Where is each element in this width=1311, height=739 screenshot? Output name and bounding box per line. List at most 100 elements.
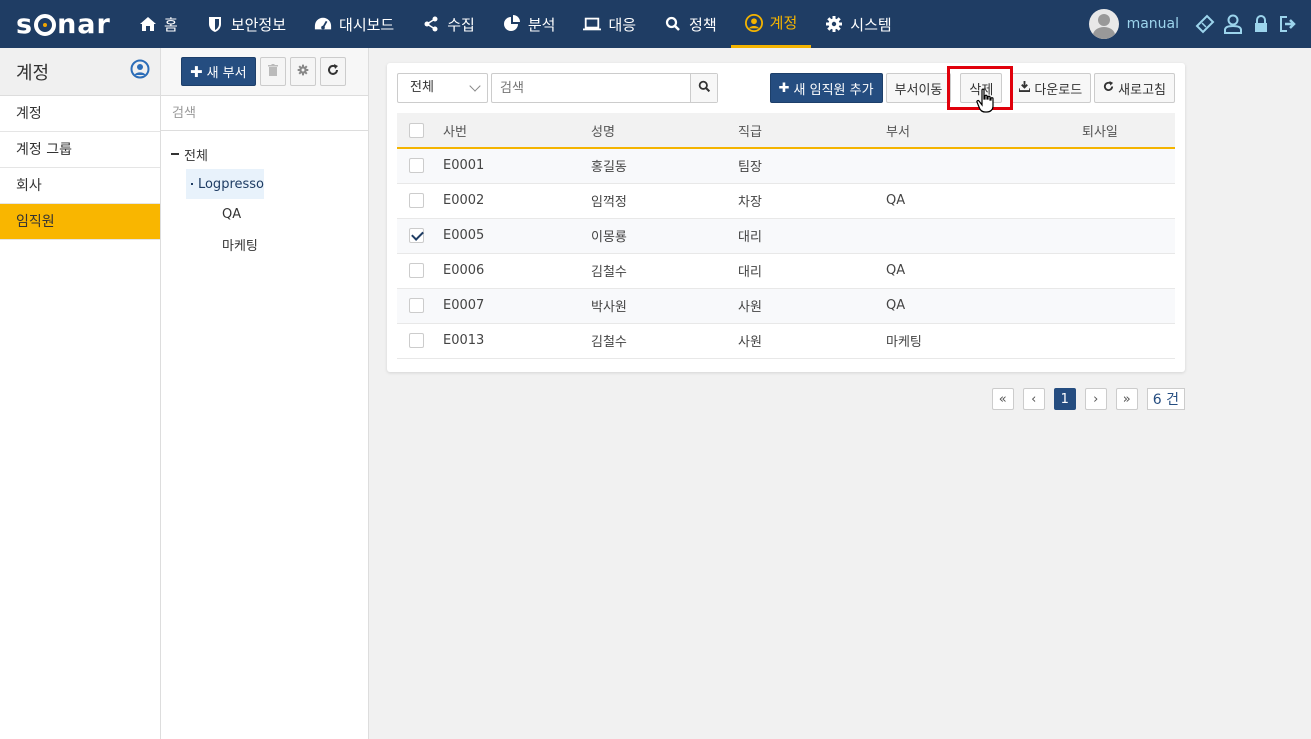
new-department-button[interactable]: ✚ 새 부서 [181,57,256,86]
filter-select[interactable]: 전체 [397,73,488,103]
department-settings-button[interactable] [289,57,316,86]
share-icon [422,15,440,33]
sidebar-title: 계정 [16,62,50,84]
tree-node-qa[interactable]: QA [161,199,368,229]
prev-page-button[interactable]: ‹ [1022,388,1045,410]
sidebar-item-account[interactable]: 계정 [0,96,160,132]
plus-icon: ✚ [190,62,203,81]
cell-department: QA [886,183,1082,219]
cell-employee-id: E0002 [443,183,591,219]
header-rank[interactable]: 직급 [738,113,886,149]
nav-analysis[interactable]: 분석 [489,0,570,48]
cell-retire-date [1082,323,1175,359]
cell-rank: 사원 [738,323,886,359]
cell-employee-id: E0005 [443,218,591,254]
page-1-button[interactable]: 1 [1053,388,1076,410]
nav-system[interactable]: 시스템 [811,0,905,48]
avatar[interactable] [1088,9,1119,39]
table-row[interactable]: E0006 김철수 대리 QA [397,253,1175,289]
tree-node-company[interactable]: Logpresso [186,169,264,199]
refresh-icon [327,63,339,80]
table-row[interactable]: E0007 박사원 사원 QA [397,288,1175,324]
header-employee-id[interactable]: 사번 [443,113,591,149]
cell-employee-id: E0007 [443,288,591,324]
sidebar-item-company[interactable]: 회사 [0,168,160,204]
sidebar-item-account-group[interactable]: 계정 그룹 [0,132,160,168]
cell-rank: 사원 [738,288,886,324]
department-panel: ✚ 새 부서 검색 전체 Logpresso QA 마케팅 [161,48,369,739]
user-outline-icon[interactable] [1223,14,1243,34]
cell-rank: 대리 [738,253,886,289]
select-all-checkbox[interactable] [409,122,424,138]
search-icon [698,80,711,97]
cell-employee-id: E0006 [443,253,591,289]
delete-button[interactable]: 삭제 [960,73,1003,103]
row-checkbox[interactable] [409,193,424,208]
gear-icon [825,15,843,33]
header-name[interactable]: 성명 [591,113,738,149]
user-circle-icon [744,13,763,32]
cell-rank: 팀장 [738,148,886,184]
cell-department: 마케팅 [886,323,1082,359]
download-button[interactable]: 다운로드 [1010,73,1092,103]
table-row[interactable]: E0013 김철수 사원 마케팅 [397,323,1175,359]
row-checkbox[interactable] [409,298,424,313]
delete-department-button[interactable] [259,57,286,86]
download-icon [1018,80,1032,96]
cell-name: 김철수 [591,323,738,359]
shield-icon [206,15,224,33]
cell-employee-id: E0013 [443,323,591,359]
username[interactable]: manual [1127,16,1179,32]
employee-card: 전체 ✚새 임직원 추가 부서이동 삭제 다운로드 새로고침 사번 성명 직급 … [387,63,1185,372]
nav-dashboard[interactable]: 대시보드 [300,0,408,48]
table-row[interactable]: E0005 이몽룡 대리 [397,218,1175,254]
row-checkbox[interactable] [409,158,424,174]
home-icon [139,15,157,33]
sidebar-item-employee[interactable]: 임직원 [0,204,160,240]
nav-policy[interactable]: 정책 [650,0,731,48]
tree-node-marketing[interactable]: 마케팅 [161,229,368,259]
ticket-icon[interactable] [1195,14,1215,34]
refresh-button[interactable]: 새로고침 [1094,73,1175,103]
table-row[interactable]: E0002 임꺽정 차장 QA [397,183,1175,219]
first-page-button[interactable]: « [991,388,1014,410]
search-input[interactable] [492,74,690,102]
table-header-row: 사번 성명 직급 부서 퇴사일 [397,113,1175,149]
header-department[interactable]: 부서 [886,113,1082,149]
tree-node-root[interactable]: 전체 [161,139,368,169]
move-department-button[interactable]: 부서이동 [885,73,952,103]
add-employee-button[interactable]: ✚ 새 임직원 추가 [769,73,883,103]
table-row[interactable]: E0001 홍길동 팀장 [397,148,1175,184]
user-circle-icon [130,59,150,84]
department-search-input[interactable]: 검색 [161,96,368,131]
nav-account[interactable]: 계정 [730,0,812,48]
sidebar-header: 계정 [0,48,160,96]
logo-ring-icon [34,14,57,36]
last-page-button[interactable]: » [1115,388,1138,410]
trash-icon [267,63,278,80]
sonar-logo[interactable]: s nar [0,9,125,40]
total-count: 6 건 [1146,388,1185,410]
cell-employee-id: E0001 [443,148,591,184]
nav-response[interactable]: 대응 [569,0,650,48]
plus-icon: ✚ [778,80,790,96]
search-button[interactable] [690,74,717,102]
cell-name: 이몽룡 [591,218,738,254]
cell-department: QA [886,253,1082,289]
refresh-departments-button[interactable] [319,57,346,86]
action-toolbar: ✚ 새 임직원 추가 부서이동 삭제 다운로드 새로고침 [767,73,1175,103]
next-page-button[interactable]: › [1084,388,1107,410]
header-retire-date[interactable]: 퇴사일 [1082,113,1175,149]
nav-security-info[interactable]: 보안정보 [192,0,300,48]
lock-icon[interactable] [1251,14,1271,34]
cell-retire-date [1082,183,1175,219]
nav-collect[interactable]: 수집 [408,0,489,48]
cell-retire-date [1082,218,1175,254]
cell-retire-date [1082,253,1175,289]
employee-table: 사번 성명 직급 부서 퇴사일 E0001 홍길동 팀장 E0002 임꺽정 차… [397,113,1175,359]
nav-home[interactable]: 홈 [125,0,192,48]
row-checkbox[interactable] [409,333,424,348]
logout-icon[interactable] [1279,14,1299,34]
row-checkbox[interactable] [409,228,424,243]
row-checkbox[interactable] [409,263,424,278]
